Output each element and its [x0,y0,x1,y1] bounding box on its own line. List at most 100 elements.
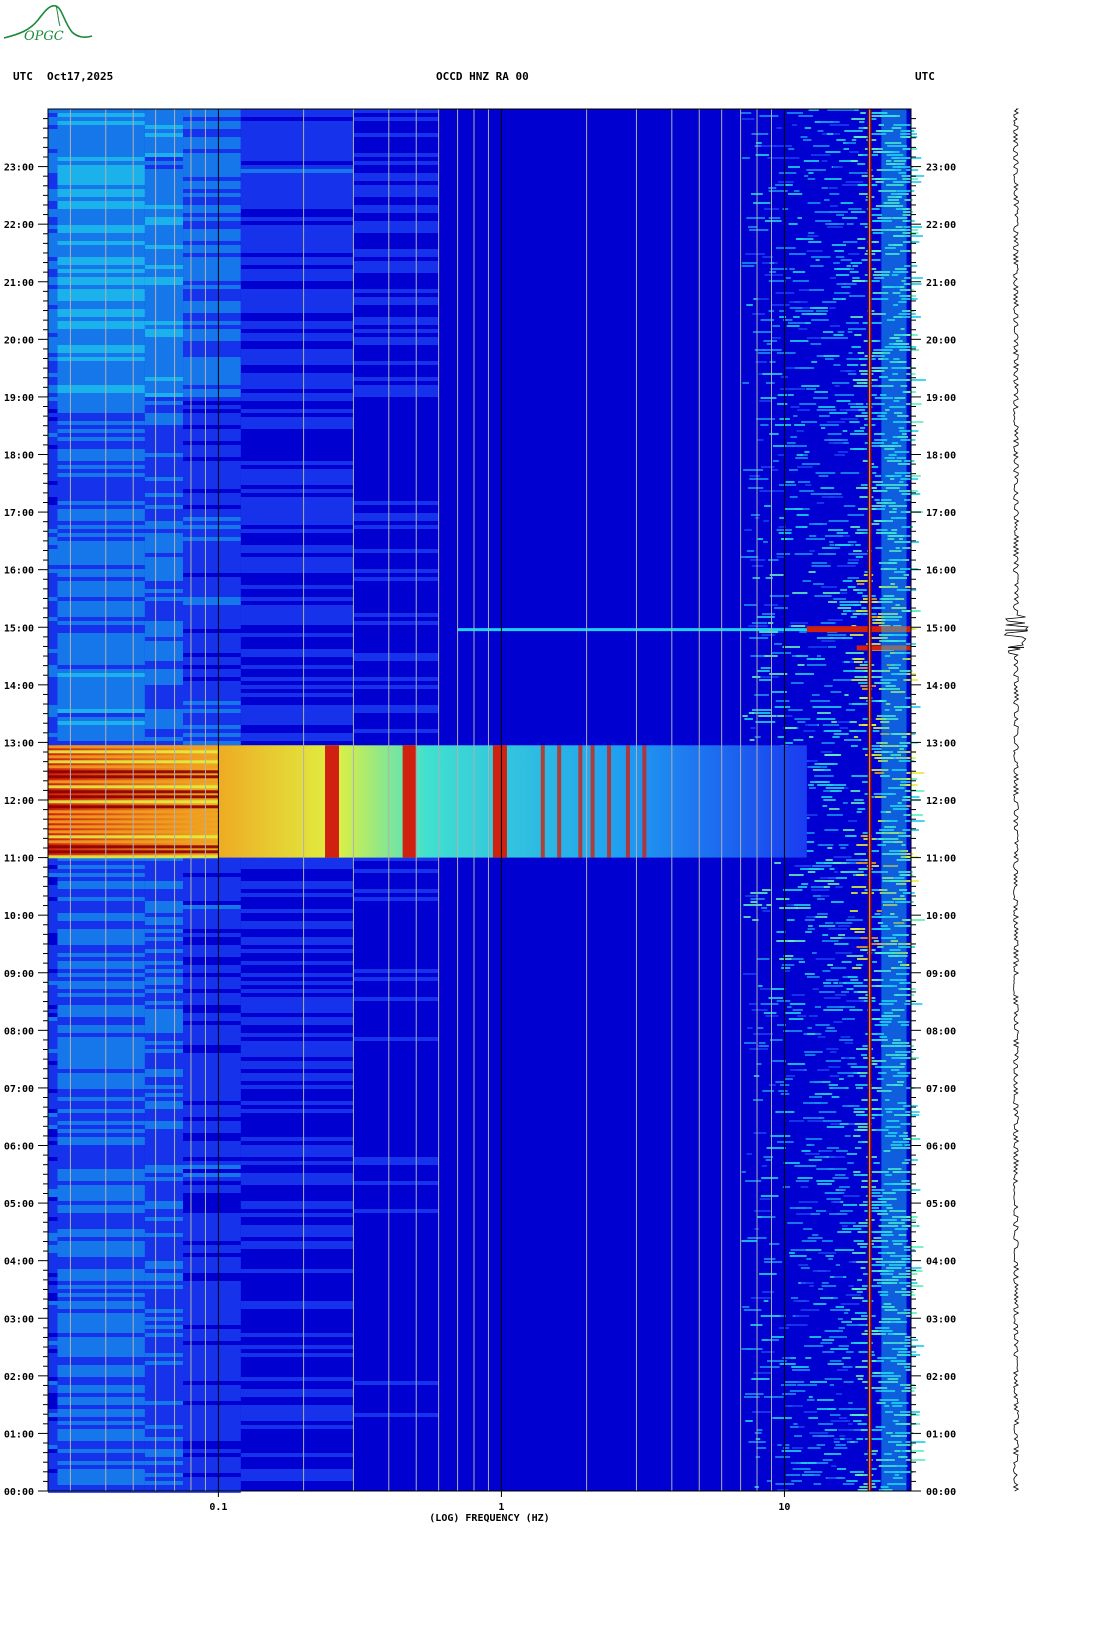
noise-row [48,1305,58,1309]
noise-row [183,861,241,865]
noise-row [183,301,241,305]
hf-speckle [843,283,857,285]
hf-speckle [822,331,834,333]
hf-speckle [812,1234,819,1236]
noise-row [144,1053,184,1057]
noise-row [240,417,354,421]
hf-speckle [787,919,795,921]
hf-speckle [776,556,785,558]
hf-speckle [851,775,870,777]
noise-row [183,565,241,569]
hf-speckle [808,172,814,174]
hf-speckle [873,1333,880,1335]
hf-speckle [846,919,863,921]
noise-row [144,1385,184,1389]
noise-row [48,557,58,561]
noise-row [240,121,354,125]
noise-row [183,165,241,169]
noise-row [144,525,184,529]
hf-speckle [842,241,858,243]
noise-row [240,1001,354,1005]
hf-speckle [810,343,822,345]
noise-row [144,301,184,305]
noise-row [353,337,439,341]
hf-speckle [803,1117,812,1119]
noise-row [144,1309,184,1313]
noise-row [144,285,184,289]
noise-row [144,861,184,865]
noise-row [48,1009,58,1013]
hf-speckle [823,1453,842,1455]
hf-speckle [841,937,862,939]
hf-speckle [848,1285,854,1287]
hf-speckle [740,112,752,114]
noise-row [48,693,58,697]
noise-row [240,665,354,669]
noise-row [183,1217,241,1221]
y-tick-label-right: 18:00 [926,451,956,462]
noise-row [48,1249,58,1253]
noise-row [183,733,241,737]
hf-speckle [811,562,827,564]
noise-row [183,1469,241,1473]
noise-row [183,1349,241,1353]
noise-row [48,1437,58,1441]
hf-speckle [814,1156,827,1158]
hf-speckle [801,883,809,885]
noise-row [144,993,184,997]
noise-row [144,1317,184,1321]
noise-row [183,1345,241,1349]
hf-speckle [830,790,842,792]
hf-speckle [872,961,877,963]
noise-row [240,613,354,617]
hf-speckle [812,706,828,708]
hf-speckle [849,910,858,912]
hf-speckle [861,1054,868,1056]
noise-row [48,1093,58,1097]
hf-speckle [816,1444,826,1446]
hf-speckle [846,1480,858,1482]
noise-row [353,297,439,301]
hf-speckle [758,1045,769,1047]
hf-speckle [780,388,795,390]
noise-row [183,321,241,325]
hf-band [881,109,907,1491]
noise-row [48,1445,58,1449]
hf-speckle [822,592,840,594]
hf-speckle [848,721,857,723]
noise-row [144,529,184,533]
noise-row [240,1149,354,1153]
noise-row [144,1393,184,1397]
hf-speckle [840,1036,851,1038]
noise-row [353,389,439,393]
noise-row [48,217,58,221]
hf-speckle [798,481,811,483]
hf-speckle [824,685,833,687]
noise-row [48,1161,58,1165]
noise-row [183,1109,241,1113]
noise-row [144,1293,184,1297]
noise-row [183,509,241,513]
noise-row [240,677,354,681]
noise-row [144,125,184,129]
hf-speckle [851,886,867,888]
noise-row [144,1073,184,1077]
noise-row [240,141,354,145]
hf-speckle [851,1297,864,1299]
noise-row [144,669,184,673]
hf-speckle [750,892,768,894]
noise-row [48,281,58,285]
y-tick-label-left: 10:00 [4,911,34,922]
noise-row [144,953,184,957]
noise-row [240,269,354,273]
hf-speckle [800,868,820,870]
hf-speckle [805,484,812,486]
noise-row [48,1097,58,1101]
hf-speckle [776,898,790,900]
noise-row [144,1177,184,1181]
hf-speckle [804,1054,816,1056]
hf-speckle [827,646,836,648]
hf-speckle [827,634,847,636]
noise-row [183,237,241,241]
hf-speckle [839,1039,854,1041]
